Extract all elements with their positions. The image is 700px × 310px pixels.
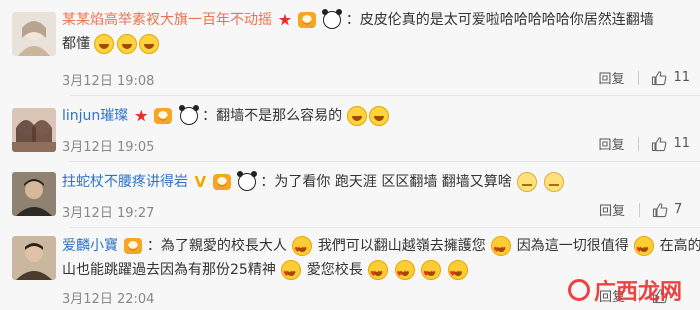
like-count: 11 (673, 136, 690, 151)
member-level-icon (297, 12, 316, 28)
heart-eyes-emoji-icon (421, 260, 442, 286)
avatar[interactable] (12, 108, 56, 152)
panda-icon (322, 9, 343, 29)
heart-eyes-emoji-icon (368, 260, 389, 286)
comment-text: 因為這一切很值得 (516, 238, 629, 254)
heart-eyes-emoji-icon (634, 236, 655, 262)
member-level-icon (212, 174, 231, 190)
like-button[interactable]: 7 (652, 202, 690, 218)
comment-item: 某某焰高举素衩大旗一百年不动摇 ：皮皮伦真的是太可爱啦哈哈哈哈哈你居然连翻墙 都… (0, 0, 700, 96)
like-button[interactable]: 11 (651, 136, 690, 152)
comment-item: linjun璀璨 ：翻墙不是那么容易的 3月12日 19:05 回复 11 (0, 96, 700, 162)
avatar[interactable] (12, 12, 56, 56)
comment-date: 3月12日 19:08 (62, 74, 155, 89)
panda-icon (236, 171, 257, 191)
comment-text: ：皮皮伦真的是太可爱啦哈哈哈哈哈你居然连翻墙 (345, 12, 654, 28)
reply-button[interactable]: 回复 (599, 200, 625, 219)
comment-text: ：為了親愛的校長大人 (146, 238, 287, 254)
thumb-up-icon (652, 202, 668, 217)
laughing-emoji-icon (116, 34, 137, 54)
comment-text: 我們可以翻山越嶺去擁護您 (317, 238, 486, 254)
username[interactable]: 某某焰高举素衩大旗一百年不动摇 (62, 12, 272, 28)
username[interactable]: linjun璀璨 (62, 108, 128, 124)
comment-text-continued: 山也能跳躍過去因為有那份25精神 (62, 262, 276, 278)
shy-emoji-icon (517, 172, 538, 192)
panda-icon (178, 105, 199, 125)
heart-eyes-emoji-icon (292, 236, 313, 262)
v-verified-icon: V (194, 173, 207, 191)
heart-eyes-emoji-icon (491, 236, 512, 262)
comment-date: 3月12日 19:05 (62, 140, 155, 155)
laughing-emoji-icon (94, 34, 115, 54)
avatar[interactable] (12, 172, 56, 216)
comment-date: 3月12日 22:04 (62, 292, 155, 307)
heart-eyes-emoji-icon (394, 260, 415, 286)
comment-feed: 某某焰高举素衩大旗一百年不动摇 ：皮皮伦真的是太可爱啦哈哈哈哈哈你居然连翻墙 都… (0, 0, 700, 310)
comment-text-continued: 愛您校長 (306, 262, 363, 278)
reply-button[interactable]: 回复 (598, 68, 624, 87)
like-count: 11 (673, 70, 690, 85)
action-divider (639, 202, 640, 217)
username[interactable]: 拄蛇杖不腰疼讲得岩 (62, 174, 188, 190)
member-level-icon (124, 238, 143, 254)
username[interactable]: 爱麟小寶 (62, 238, 118, 254)
action-divider (638, 136, 640, 151)
watermark-logo: 广西龙网 (567, 274, 682, 306)
action-divider (638, 70, 640, 85)
comment-date: 3月12日 19:27 (62, 206, 155, 221)
comment-text: ：翻墙不是那么容易的 (202, 108, 343, 124)
member-level-icon (154, 108, 173, 124)
shy-emoji-icon (543, 172, 564, 192)
comment-text: ：为了看你 跑天涯 区区翻墙 翻墙又算啥 (260, 174, 512, 190)
heart-eyes-emoji-icon (281, 260, 302, 286)
thumb-up-icon (652, 70, 667, 85)
like-button[interactable]: 11 (651, 70, 690, 86)
heart-eyes-emoji-icon (447, 260, 468, 286)
comment-item: 拄蛇杖不腰疼讲得岩 V ：为了看你 跑天涯 区区翻墙 翻墙又算啥 3月12日 1… (0, 162, 700, 228)
red-star-icon (278, 13, 292, 26)
thumb-up-icon (652, 136, 667, 151)
laughing-emoji-icon (346, 106, 367, 126)
comment-text: 在高的 (659, 238, 700, 254)
like-count: 7 (674, 202, 683, 217)
watermark-text: 广西龙网 (593, 280, 682, 305)
avatar[interactable] (12, 236, 56, 280)
reply-button[interactable]: 回复 (598, 134, 624, 153)
watermark-logo-icon (567, 279, 590, 301)
red-star-icon (135, 109, 148, 122)
comment-text-continued: 都懂 (62, 36, 90, 52)
laughing-emoji-icon (369, 106, 390, 126)
laughing-emoji-icon (139, 34, 160, 54)
